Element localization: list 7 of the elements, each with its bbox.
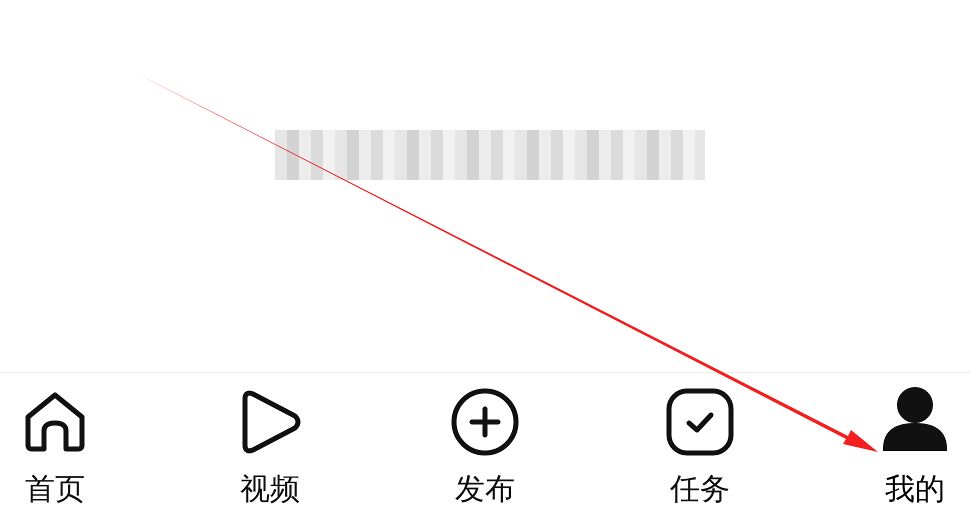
tab-bar-item[interactable]: 任务 [653,387,747,515]
tab-bar-item[interactable]: 发布 [438,387,532,515]
plus-circle-icon [450,387,520,457]
tab-bar-item[interactable]: 视频 [223,387,317,515]
tab-bar-item[interactable]: 首页 [8,387,102,515]
checkmark-square-icon [665,387,735,457]
tab-bar-item[interactable]: 我的 [868,387,962,515]
